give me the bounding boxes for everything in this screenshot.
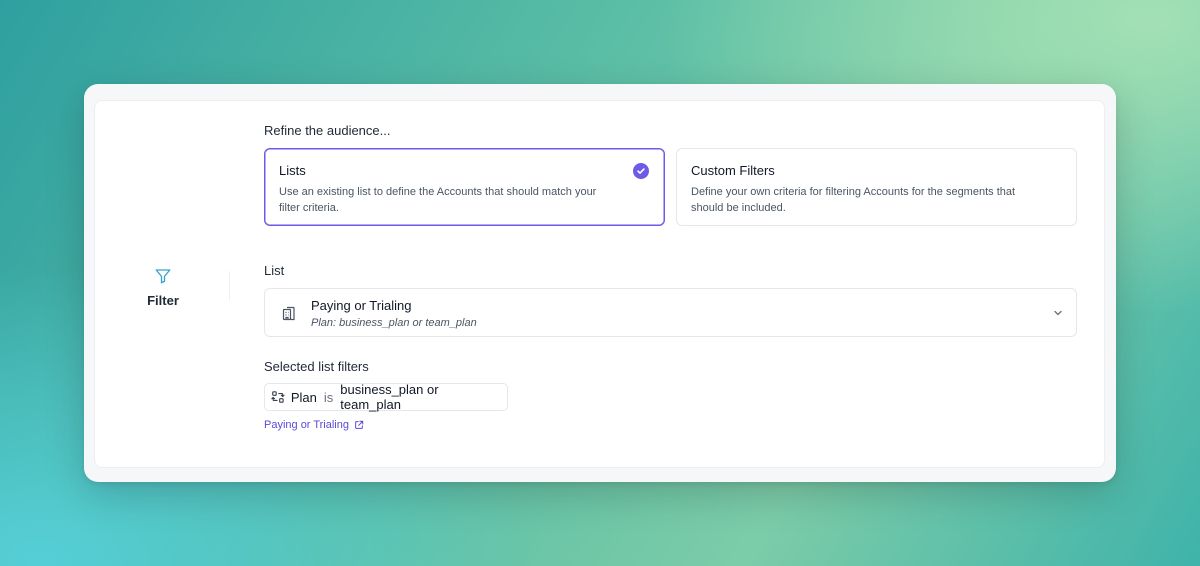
divider <box>229 271 230 301</box>
select-title: Paying or Trialing <box>311 298 412 313</box>
chip-operator: is <box>323 389 334 405</box>
option-custom-filters[interactable]: Custom Filters Define your own criteria … <box>676 148 1077 226</box>
option-description: Use an existing list to define the Accou… <box>279 186 597 214</box>
list-link[interactable]: Paying or Trialing <box>264 419 364 431</box>
option-description: Define your own criteria for filtering A… <box>691 186 1016 214</box>
option-title: Lists <box>279 163 306 178</box>
check-circle-icon <box>633 163 649 179</box>
list-link-text: Paying or Trialing <box>264 419 349 431</box>
select-subtitle: Plan: business_plan or team_plan <box>311 317 477 329</box>
swap-icon <box>271 391 285 403</box>
funnel-icon <box>155 268 171 283</box>
selected-filters-label: Selected list filters <box>264 359 369 374</box>
step-label: Filter <box>147 292 179 308</box>
filter-panel: Filter Refine the audience... Lists Use … <box>94 100 1105 468</box>
chip-value: business_plan or team_plan <box>340 382 439 412</box>
card: Filter Refine the audience... Lists Use … <box>84 84 1116 482</box>
option-title: Custom Filters <box>691 163 775 178</box>
option-lists[interactable]: Lists Use an existing list to define the… <box>264 148 665 226</box>
list-select[interactable]: Paying or Trialing Plan: business_plan o… <box>264 288 1077 337</box>
refine-heading: Refine the audience... <box>264 123 391 138</box>
chip-field: Plan <box>290 389 317 405</box>
list-label: List <box>264 263 285 278</box>
chevron-down-icon <box>1054 310 1062 316</box>
filter-chip: Plan is business_plan or team_plan <box>264 382 508 412</box>
building-icon <box>282 306 295 321</box>
step-filter: Filter <box>95 101 231 469</box>
external-link-icon <box>355 420 364 429</box>
